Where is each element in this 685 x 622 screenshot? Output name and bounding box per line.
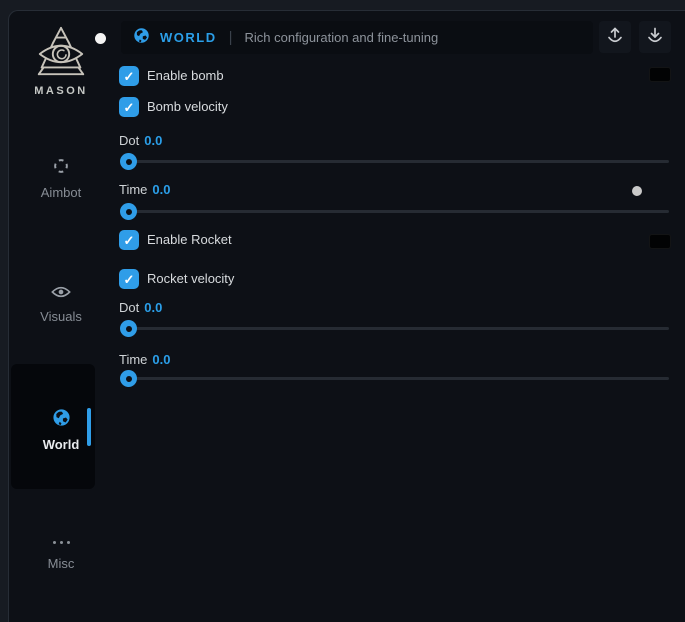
rocket-time-slider-label: Time0.0 — [119, 352, 170, 367]
rocket-dot-value: 0.0 — [144, 300, 162, 315]
ellipsis-icon — [53, 533, 70, 551]
page-subtitle: Rich configuration and fine-tuning — [245, 30, 439, 45]
eye-icon — [51, 285, 71, 304]
download-icon — [645, 25, 665, 50]
rocket-velocity-label: Rocket velocity — [147, 269, 234, 289]
check-icon: ✓ — [124, 70, 135, 83]
check-icon: ✓ — [124, 234, 135, 247]
enable-rocket-label: Enable Rocket — [147, 230, 232, 250]
sidebar-item-label: World — [43, 437, 80, 452]
rocket-color-swatch[interactable] — [649, 234, 671, 249]
header-divider: | — [229, 29, 233, 46]
rocket-dot-slider-label: Dot0.0 — [119, 300, 162, 315]
crosshair-icon — [52, 157, 70, 180]
brand-name: MASON — [9, 85, 113, 97]
upload-config-button[interactable] — [599, 21, 631, 53]
sidebar-item-misc[interactable]: Misc — [9, 533, 113, 571]
sidebar-item-label: Misc — [48, 556, 75, 571]
sidebar-item-world[interactable]: World — [9, 408, 113, 452]
bomb-dot-slider-thumb[interactable] — [120, 153, 137, 170]
enable-rocket-checkbox[interactable]: ✓ — [119, 230, 139, 250]
cursor-dot — [95, 33, 106, 44]
sidebar-item-label: Visuals — [40, 309, 82, 324]
bomb-time-slider-label: Time0.0 — [119, 182, 170, 197]
sidebar: MASON Aimbot Visuals — [9, 11, 113, 622]
rocket-dot-slider-track[interactable] — [121, 327, 669, 330]
check-icon: ✓ — [124, 273, 135, 286]
enable-bomb-label: Enable bomb — [147, 66, 224, 86]
bomb-time-slider-thumb[interactable] — [120, 203, 137, 220]
bomb-dot-slider-label: Dot0.0 — [119, 133, 162, 148]
download-config-button[interactable] — [639, 21, 671, 53]
rocket-time-slider-track[interactable] — [121, 377, 669, 380]
bomb-time-slider-track[interactable] — [121, 210, 669, 213]
sidebar-item-visuals[interactable]: Visuals — [9, 285, 113, 324]
sidebar-item-label: Aimbot — [41, 185, 81, 200]
sidebar-item-aimbot[interactable]: Aimbot — [9, 157, 113, 200]
page-header: WORLD | Rich configuration and fine-tuni… — [121, 21, 593, 54]
globe-icon — [52, 408, 71, 432]
page-title: WORLD — [160, 30, 217, 45]
bomb-color-swatch[interactable] — [649, 67, 671, 82]
bomb-dot-value: 0.0 — [144, 133, 162, 148]
bomb-velocity-label: Bomb velocity — [147, 97, 228, 117]
rocket-time-value: 0.0 — [152, 352, 170, 367]
bomb-dot-slider-track[interactable] — [121, 160, 669, 163]
overlay-dot — [632, 186, 642, 196]
bomb-velocity-checkbox[interactable]: ✓ — [119, 97, 139, 117]
upload-icon — [605, 25, 625, 50]
rocket-dot-slider-thumb[interactable] — [120, 320, 137, 337]
rocket-velocity-checkbox[interactable]: ✓ — [119, 269, 139, 289]
screen: MASON Aimbot Visuals — [0, 0, 685, 622]
bomb-time-value: 0.0 — [152, 182, 170, 197]
enable-bomb-checkbox[interactable]: ✓ — [119, 66, 139, 86]
rocket-time-slider-thumb[interactable] — [120, 370, 137, 387]
mason-window: MASON Aimbot Visuals — [8, 10, 685, 622]
globe-icon — [133, 27, 150, 49]
check-icon: ✓ — [124, 101, 135, 114]
